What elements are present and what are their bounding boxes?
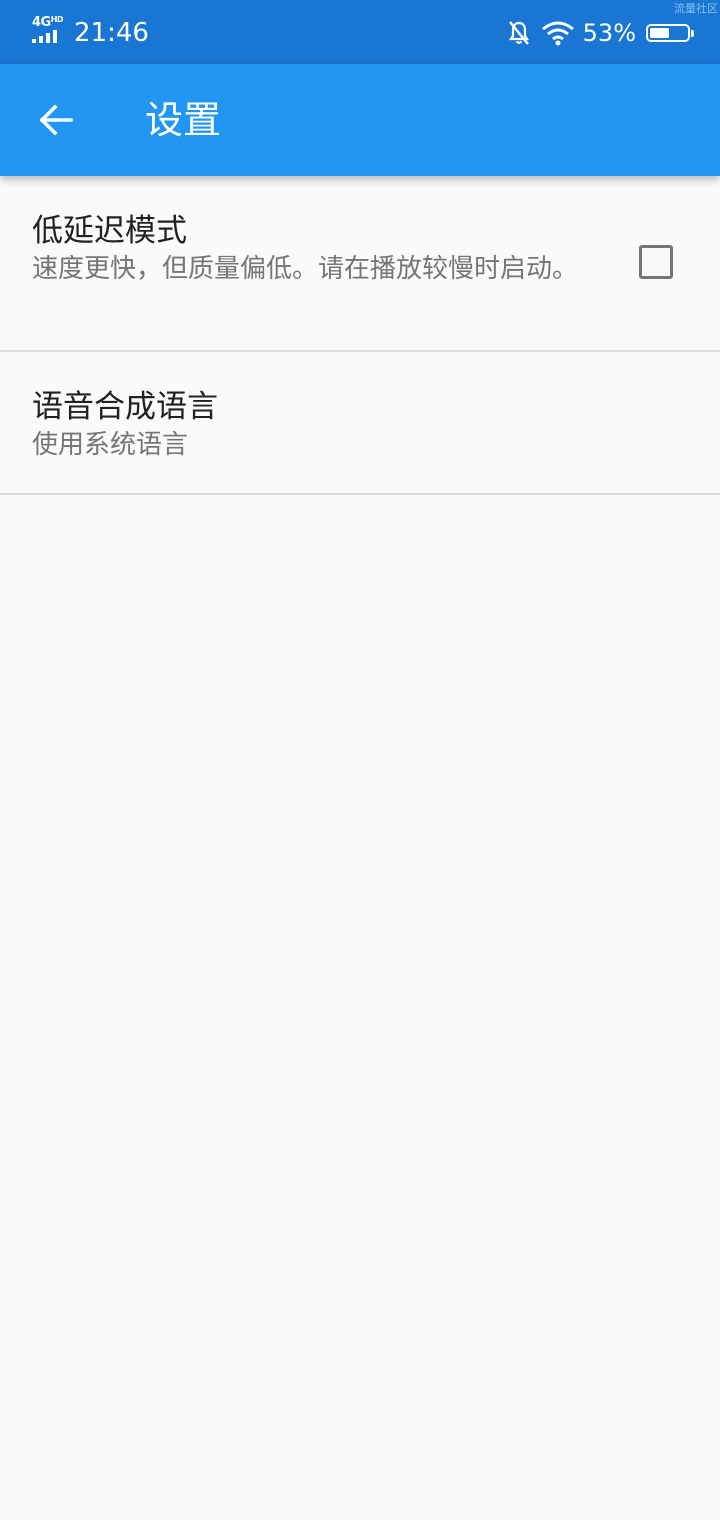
low-latency-checkbox[interactable] [639, 245, 673, 279]
battery-percent: 53% [582, 19, 636, 47]
back-button[interactable] [24, 88, 88, 152]
pref-title: 低延迟模式 [32, 213, 187, 249]
pref-tts-language[interactable]: 语音合成语言 使用系统语言 [0, 352, 720, 495]
battery-fill [650, 28, 669, 38]
status-time: 21:46 [74, 18, 149, 48]
status-icons: 53% [507, 16, 694, 50]
pref-summary: 速度更快，但质量偏低。请在播放较慢时启动。 [32, 254, 579, 284]
network-hd: HD [50, 15, 64, 24]
page-title: 设置 [145, 98, 222, 142]
settings-list: 低延迟模式 速度更快，但质量偏低。请在播放较慢时启动。 语音合成语言 使用系统语… [0, 176, 720, 495]
arrow-back-icon [39, 104, 73, 136]
status-bar: 4GHD 21:46 流量社区 53% [0, 0, 720, 64]
battery-icon [646, 24, 694, 42]
network-type: 4G [32, 15, 51, 30]
app-bar: 设置 [0, 64, 720, 176]
signal-icon: 4GHD [30, 15, 66, 43]
pref-title: 语音合成语言 [32, 389, 218, 425]
wifi-icon [541, 20, 575, 46]
pref-low-latency-mode[interactable]: 低延迟模式 速度更快，但质量偏低。请在播放较慢时启动。 [0, 176, 720, 352]
pref-summary: 使用系统语言 [32, 430, 189, 460]
watermark-text: 流量社区 [674, 2, 718, 15]
bell-off-icon [507, 20, 531, 46]
